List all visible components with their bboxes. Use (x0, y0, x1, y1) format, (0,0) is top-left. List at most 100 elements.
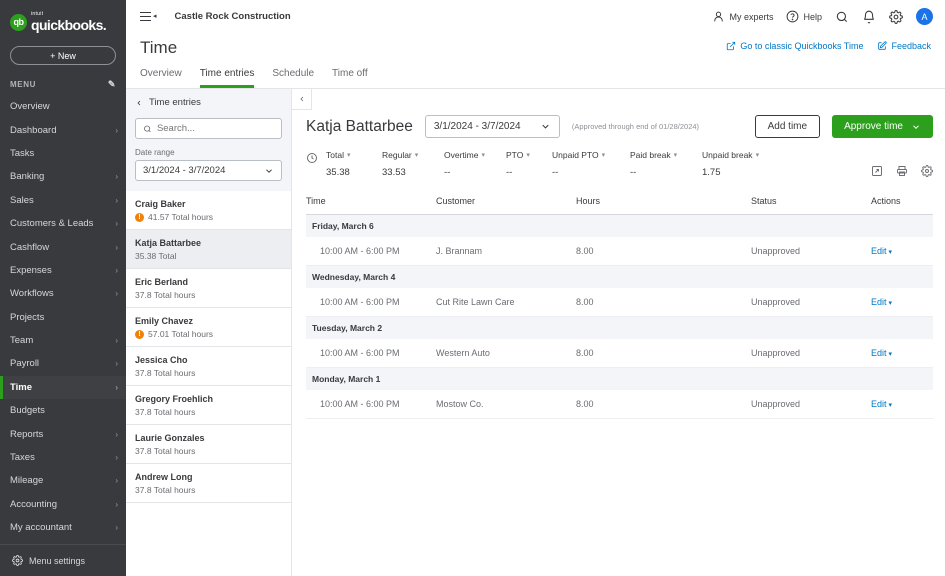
tab-bar: Overview Time entries Schedule Time off (140, 68, 931, 88)
approve-time-button[interactable]: Approve time (832, 115, 933, 138)
new-button[interactable]: + New (10, 46, 116, 65)
table-row[interactable]: 10:00 AM - 6:00 PM Mostow Co. 8.00 Unapprov… (306, 390, 933, 419)
list-item[interactable]: Jessica Cho 37.8 Total hours (126, 347, 291, 386)
menu-label: MENU (10, 80, 36, 89)
caret-down-icon[interactable]: ▾ (887, 351, 892, 358)
sidebar-item-banking[interactable]: Banking › (0, 165, 126, 188)
edit-button[interactable]: Edit (871, 297, 887, 307)
entry-hours: 8.00 (576, 237, 751, 266)
sidebar-item-expenses[interactable]: Expenses › (0, 259, 126, 282)
list-item[interactable]: Emily Chavez! 57.01 Total hours (126, 308, 291, 347)
caret-down-icon[interactable]: ▾ (887, 300, 892, 307)
sidebar-item-taxes[interactable]: Taxes › (0, 446, 126, 469)
menu-settings-button[interactable]: Menu settings (0, 544, 126, 576)
gear-icon[interactable] (889, 9, 903, 24)
sidebar-item-team[interactable]: Team › (0, 329, 126, 352)
menu-header: MENU ✎ (0, 65, 126, 95)
table-settings-button[interactable] (921, 164, 933, 182)
back-to-time-entries[interactable]: Time entries (135, 97, 282, 108)
feedback-icon (878, 41, 888, 50)
sidebar-item-label: Cashflow (10, 241, 50, 253)
list-item[interactable]: Eric Berland 37.8 Total hours (126, 269, 291, 308)
date-group-row: Wednesday, March 4 (306, 265, 933, 288)
stat-unpaid-pto: Unpaid PTO ▾ -- (552, 150, 630, 178)
sort-toggle-icon[interactable]: ▾ (674, 152, 678, 159)
sidebar-item-workflows[interactable]: Workflows › (0, 282, 126, 305)
list-item[interactable]: Gregory Froehlich 37.8 Total hours (126, 386, 291, 425)
help-button[interactable]: Help (786, 10, 822, 23)
sidebar-item-sales[interactable]: Sales › (0, 189, 126, 212)
chevron-right-icon: › (115, 289, 118, 299)
stat-group: Total ▾ 35.38 Regular ▾ 33.53 Overtime ▾ -- PTO ▾ -… (326, 150, 782, 178)
caret-down-icon[interactable]: ▾ (887, 249, 892, 256)
bell-icon[interactable] (862, 10, 876, 24)
tab-overview[interactable]: Overview (140, 68, 182, 88)
edit-button[interactable]: Edit (871, 246, 887, 256)
detail-date-range-value: 3/1/2024 - 3/7/2024 (433, 121, 521, 132)
sort-toggle-icon[interactable]: ▾ (756, 152, 760, 159)
entry-hours: 8.00 (576, 288, 751, 317)
sidebar-item-cashflow[interactable]: Cashflow › (0, 235, 126, 258)
go-to-classic-link[interactable]: Go to classic Quickbooks Time (726, 41, 863, 51)
sort-toggle-icon[interactable]: ▾ (602, 152, 606, 159)
sidebar-item-label: Mileage (10, 475, 44, 487)
date-range-select[interactable]: 3/1/2024 - 3/7/2024 (135, 160, 282, 181)
avatar[interactable]: A (916, 8, 933, 25)
print-button[interactable] (896, 164, 908, 182)
entry-actions: Edit ▾ (871, 390, 933, 419)
search-icon[interactable] (835, 10, 849, 24)
chevron-right-icon: › (115, 499, 118, 509)
sidebar-item-my-accountant[interactable]: My accountant › (0, 516, 126, 539)
list-item[interactable]: Katja Battarbee 35.38 Total (126, 230, 291, 269)
entry-status: Unapproved (751, 288, 871, 317)
search-input[interactable] (156, 123, 274, 134)
list-item[interactable]: Andrew Long 37.8 Total hours (126, 464, 291, 503)
sidebar-item-budgets[interactable]: Budgets (0, 399, 126, 422)
sidebar-item-overview[interactable]: Overview (0, 95, 126, 118)
tab-schedule[interactable]: Schedule (272, 68, 314, 88)
stat-header: Regular ▾ (382, 150, 444, 160)
chevron-down-icon (913, 124, 919, 129)
sidebar-item-accounting[interactable]: Accounting › (0, 493, 126, 516)
edit-button[interactable]: Edit (871, 348, 887, 358)
sort-toggle-icon[interactable]: ▾ (415, 152, 419, 159)
sidebar-item-dashboard[interactable]: Dashboard › (0, 118, 126, 141)
export-button[interactable] (871, 164, 883, 182)
employee-hours-label: 41.57 Total hours (148, 212, 214, 222)
my-experts-button[interactable]: My experts (712, 10, 773, 23)
employee-hours-row: 37.8 Total hours (135, 290, 282, 300)
table-row[interactable]: 10:00 AM - 6:00 PM Cut Rite Lawn Care 8.00… (306, 288, 933, 317)
sidebar-item-tasks[interactable]: Tasks (0, 142, 126, 165)
list-item[interactable]: Craig Baker! 41.57 Total hours (126, 191, 291, 230)
tab-time-entries[interactable]: Time entries (199, 68, 255, 88)
chevron-right-icon: › (115, 453, 118, 463)
chevron-left-icon (299, 96, 303, 102)
collapse-list-button[interactable] (292, 89, 312, 110)
detail-date-range-select[interactable]: 3/1/2024 - 3/7/2024 (424, 115, 560, 138)
sidebar-item-mileage[interactable]: Mileage › (0, 469, 126, 492)
search-box[interactable] (135, 118, 282, 139)
sidebar-item-projects[interactable]: Projects (0, 306, 126, 329)
pencil-icon[interactable]: ✎ (108, 79, 116, 90)
feedback-link[interactable]: Feedback (877, 41, 931, 51)
table-header: Time Customer Hours Status Actions (306, 196, 933, 215)
table-row[interactable]: 10:00 AM - 6:00 PM J. Brannam 8.00 Unapprov… (306, 237, 933, 266)
stat-paid-break: Paid break ▾ -- (630, 150, 702, 178)
entry-time: 10:00 AM - 6:00 PM (306, 390, 436, 419)
sidebar-item-customers-leads[interactable]: Customers & Leads › (0, 212, 126, 235)
sidebar-item-time[interactable]: Time › (0, 375, 126, 400)
tab-time-off[interactable]: Time off (332, 68, 368, 88)
sort-toggle-icon[interactable]: ▾ (526, 152, 530, 159)
table-row[interactable]: 10:00 AM - 6:00 PM Western Auto 8.00 Unappr… (306, 339, 933, 368)
main-area: ◂ Castle Rock Construction My experts He… (126, 0, 945, 576)
sidebar-item-payroll[interactable]: Payroll › (0, 352, 126, 375)
hamburger-menu-icon[interactable]: ◂ (140, 11, 157, 22)
edit-button[interactable]: Edit (871, 399, 887, 409)
quickbooks-logo[interactable]: qb intuit quickbooks. (0, 0, 126, 32)
add-time-button[interactable]: Add time (754, 115, 821, 138)
sidebar-item-reports[interactable]: Reports › (0, 422, 126, 445)
sort-toggle-icon[interactable]: ▾ (481, 152, 485, 159)
caret-down-icon[interactable]: ▾ (887, 402, 892, 409)
sort-toggle-icon[interactable]: ▾ (347, 152, 351, 159)
list-item[interactable]: Laurie Gonzales 37.8 Total hours (126, 425, 291, 464)
